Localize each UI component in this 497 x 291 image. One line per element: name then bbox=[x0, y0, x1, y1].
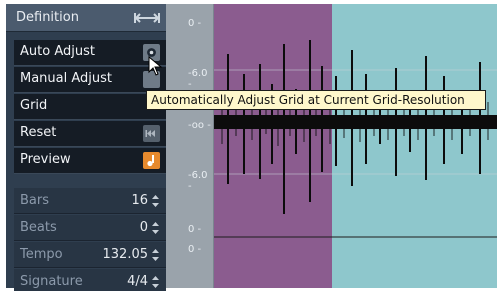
preview-row[interactable]: Preview bbox=[14, 148, 166, 174]
expand-horizontal-icon[interactable] bbox=[134, 10, 160, 26]
grid-label: Grid bbox=[20, 98, 48, 113]
level-tick: -oo - bbox=[188, 120, 211, 131]
audio-waveform[interactable] bbox=[214, 4, 497, 288]
mouse-cursor-icon bbox=[148, 56, 163, 76]
tooltip: Automatically Adjust Grid at Current Gri… bbox=[146, 90, 486, 110]
beats-field[interactable]: Beats 0 bbox=[14, 215, 166, 241]
level-tick: -6.0 - bbox=[188, 170, 208, 192]
level-tick: 0 - bbox=[188, 224, 202, 235]
panel-title: Definition bbox=[16, 10, 79, 25]
bars-label: Bars bbox=[20, 193, 50, 208]
auto-adjust-label: Auto Adjust bbox=[20, 44, 95, 59]
bars-field[interactable]: Bars 16 bbox=[14, 188, 166, 214]
auto-adjust-row[interactable]: Auto Adjust bbox=[14, 40, 166, 66]
bars-stepper-icon[interactable] bbox=[151, 194, 160, 208]
reset-label: Reset bbox=[20, 125, 57, 140]
level-tick: 0 - bbox=[188, 244, 202, 255]
beats-stepper-icon[interactable] bbox=[151, 221, 160, 235]
note-icon[interactable] bbox=[143, 152, 160, 169]
signature-stepper-icon[interactable] bbox=[151, 275, 160, 289]
reset-row[interactable]: Reset bbox=[14, 121, 166, 147]
tempo-stepper-icon[interactable] bbox=[151, 248, 160, 262]
tempo-field[interactable]: Tempo 132.05 bbox=[14, 242, 166, 268]
panel-header: Definition bbox=[6, 4, 166, 32]
bars-value[interactable]: 16 bbox=[131, 193, 148, 208]
manual-adjust-label: Manual Adjust bbox=[20, 71, 113, 86]
beats-label: Beats bbox=[20, 220, 57, 235]
tempo-value[interactable]: 132.05 bbox=[103, 247, 149, 262]
beats-value[interactable]: 0 bbox=[140, 220, 148, 235]
preview-label: Preview bbox=[20, 152, 71, 167]
level-scale: 0 - -6.0 - -oo - -6.0 - 0 - 0 - bbox=[166, 4, 214, 288]
tempo-label: Tempo bbox=[20, 247, 63, 262]
definition-panel: Definition Auto Adjust Manual Adjust Gri… bbox=[6, 4, 166, 291]
signature-label: Signature bbox=[20, 274, 83, 289]
level-tick: -6.0 - bbox=[188, 68, 208, 90]
signature-value[interactable]: 4/4 bbox=[127, 274, 148, 289]
signature-field[interactable]: Signature 4/4 bbox=[14, 269, 166, 291]
level-tick: 0 - bbox=[188, 18, 202, 29]
reset-icon[interactable] bbox=[143, 125, 160, 142]
grid-row[interactable]: Grid 1/ bbox=[14, 94, 166, 120]
manual-adjust-row[interactable]: Manual Adjust bbox=[14, 67, 166, 93]
tooltip-text: Automatically Adjust Grid at Current Gri… bbox=[151, 93, 465, 107]
